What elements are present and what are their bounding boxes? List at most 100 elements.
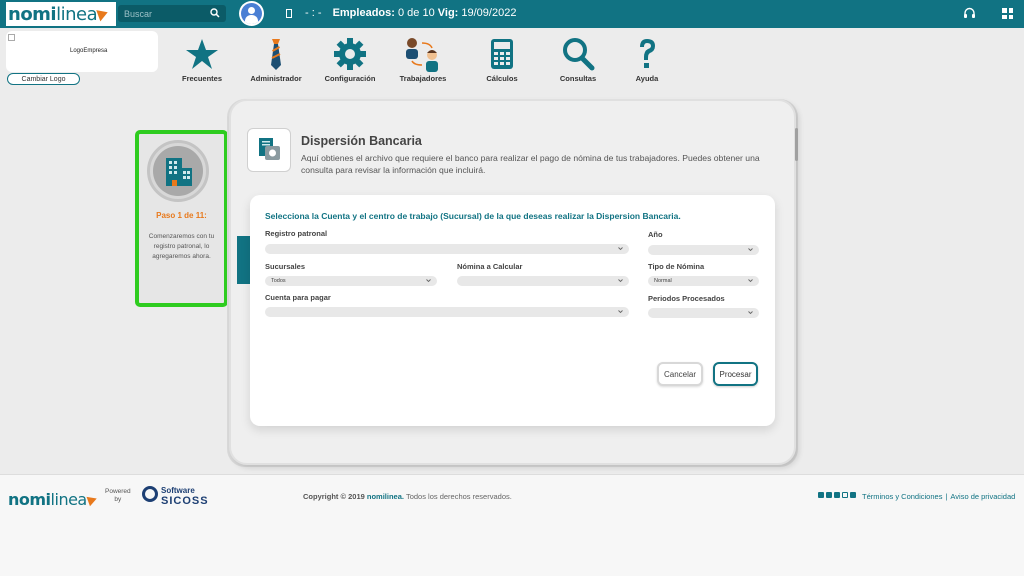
vig-value: 19/09/2022 [461,7,517,19]
nav-configuracion[interactable]: Configuración [310,37,390,83]
page-description: Aquí obtienes el archivo que requiere el… [301,153,760,175]
user-icon [241,3,262,24]
document-money-icon [259,138,280,160]
apps-grid-icon[interactable] [1002,8,1013,19]
page-title: Dispersión Bancaria [301,134,422,148]
powered-by: Powered by [105,488,131,504]
instagram-icon[interactable] [842,492,848,498]
brand-name-bold: nomi [8,3,57,25]
nav-trabajadores[interactable]: Trabajadores [383,37,463,83]
nav-label-configuracion: Configuración [324,74,376,83]
chevron-down-icon [748,248,753,252]
tie-icon [271,39,281,70]
chevron-down-icon [618,247,623,251]
sucursales-value: Todos [271,278,286,284]
step-illustration [147,140,209,202]
step-title: Paso 1 de 11: [156,211,207,220]
company-icon [286,9,292,18]
brand-logo[interactable]: nomilinea [6,2,116,26]
anio-select[interactable] [648,245,759,255]
powered-line2: by [114,496,122,503]
form-heading: Selecciona la Cuenta y el centro de trab… [265,211,681,221]
nav-consultas[interactable]: Consultas [538,37,618,83]
chevron-down-icon [426,279,431,283]
nav-label-consultas: Consultas [559,74,597,83]
logo-placeholder-text: LogoEmpresa [70,48,108,54]
sucursales-select[interactable]: Todos [265,276,437,286]
employer-info: - : - Empleados: 0 de 10 Vig: 19/09/2022 [305,7,516,19]
nav-ayuda[interactable]: Ayuda [607,37,687,83]
employees-label: Empleados: [332,7,395,19]
nav-frecuentes[interactable]: Frecuentes [162,37,242,83]
nomina-calcular-select[interactable] [457,276,629,286]
social-links [818,492,856,498]
footer-brand-light: linea [50,490,88,509]
search-box[interactable] [118,5,226,22]
sicoss-logo-icon [142,486,158,502]
chevron-down-icon [748,311,753,315]
copyright-prefix: Copyright © 2019 [303,492,365,501]
building-icon [166,158,192,186]
workers-icon [406,38,438,72]
terms-link[interactable]: Términos y Condiciones [862,492,942,501]
sicoss-brand: Software SICOSS [161,486,209,507]
cancel-button[interactable]: Cancelar [657,362,703,386]
copyright-brand: nomilinea. [366,492,404,501]
step-text: Comenzaremos con tu registro patronal, l… [148,233,215,260]
footer-brand-arrow-icon [86,493,99,506]
registro-patronal-select[interactable] [265,244,629,254]
tipo-nomina-label: Tipo de Nómina [648,262,705,271]
privacy-link[interactable]: Aviso de privacidad [950,492,1015,501]
tipo-nomina-value: Normal [654,278,672,284]
cuenta-pagar-select[interactable] [265,307,629,317]
support-headset-icon[interactable] [963,7,976,20]
nav-label-calculos: Cálculos [486,74,518,83]
periodos-label: Periodos Procesados [648,294,725,303]
facebook-icon[interactable] [826,492,832,498]
calculator-icon [491,39,513,69]
magnifier-icon [563,38,595,71]
footer-brand[interactable]: nomi linea [8,490,99,509]
user-avatar[interactable] [239,1,264,26]
search-input[interactable] [124,8,212,19]
nav-label-ayuda: Ayuda [635,74,659,83]
broken-image-icon [8,34,15,41]
process-button[interactable]: Procesar [713,362,758,386]
twitter-icon[interactable] [818,492,824,498]
gear-icon [334,38,366,70]
copyright-suffix: Todos los derechos reservados. [405,492,512,501]
nav-administrador[interactable]: Administrador [236,37,316,83]
anio-label: Año [648,230,663,239]
copyright: Copyright © 2019 nomilinea. Todos los de… [303,492,512,501]
vig-label: Vig: [437,7,459,19]
employer-dash: - : - [305,7,322,19]
search-icon[interactable] [210,8,220,18]
bank-dispersion-icon [247,128,291,172]
nomina-calcular-label: Nómina a Calcular [457,262,523,271]
cuenta-pagar-label: Cuenta para pagar [265,293,331,302]
sucursales-label: Sucursales [265,262,306,271]
star-icon [186,39,218,69]
employees-value: 0 de 10 [397,7,435,19]
nav-label-frecuentes: Frecuentes [181,74,223,83]
footer-brand-bold: nomi [8,490,51,509]
chevron-down-icon [618,310,623,314]
panel-scrollbar[interactable] [795,128,798,161]
brand-name-light: linea [56,3,98,25]
nav-calculos[interactable]: Cálculos [462,37,542,83]
nav-label-trabajadores: Trabajadores [399,74,447,83]
nav-label-administrador: Administrador [250,74,302,83]
powered-line1: Powered [105,488,131,495]
question-icon [640,39,655,68]
brand-arrow-icon [96,6,110,22]
chevron-down-icon [748,279,753,283]
panel-side-tab [237,236,250,284]
youtube-icon[interactable] [834,492,840,498]
linkedin-icon[interactable] [850,492,856,498]
periodos-select[interactable] [648,308,759,318]
footer-links: Términos y Condiciones | Aviso de privacid… [862,492,1015,501]
footer-separator: | [945,492,948,501]
tipo-nomina-select[interactable]: Normal [648,276,759,286]
chevron-down-icon [618,279,623,283]
change-logo-button[interactable]: Cambiar Logo [7,73,80,85]
